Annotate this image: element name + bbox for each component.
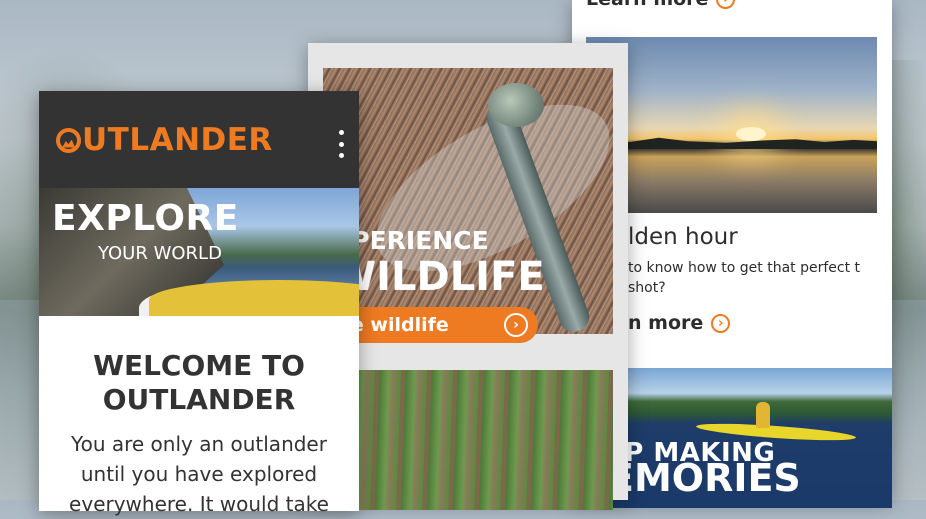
kebab-menu-icon[interactable] [332,128,350,160]
chevron-right-circle-icon: › [711,313,731,333]
intro-paragraph: You are only an outlander until you have… [69,432,329,516]
hero-title: EXPLORE [52,198,239,239]
logo-text: UTLANDER [82,122,273,158]
learn-more-label: n more [628,312,704,334]
forest-image[interactable] [323,370,613,510]
app-header: UTLANDER [39,91,359,188]
sunset-lake-image [586,37,877,213]
article-title: lden hour [628,224,738,250]
welcome-heading-line1: WELCOME TO [93,349,305,382]
hero-banner: EXPLORE YOUR WORLD [39,188,359,316]
treeline-silhouette [586,137,877,149]
chevron-right-circle-icon: › [504,313,528,337]
dragonfly-head [488,83,544,127]
learn-more-link[interactable]: n more › [628,312,731,334]
article-description: to know how to get that perfect t shot? [628,260,861,296]
memories-banner[interactable]: EP MAKING EMORIES [586,368,892,508]
learn-more-label: Learn more [586,0,708,10]
learn-more-link-top[interactable]: Learn more › [586,0,736,10]
hero-subtitle: YOUR WORLD [98,243,222,264]
chevron-right-circle-icon: › [716,0,736,9]
banner-title-line2: EMORIES [608,456,801,500]
sun-glow [736,127,766,141]
outlander-logo[interactable]: UTLANDER [56,122,273,158]
home-card: UTLANDER EXPLORE YOUR WORLD WELCOME TO O… [39,91,359,516]
wildlife-title-line2: WILDLIFE [332,254,545,300]
welcome-heading-line2: OUTLANDER [102,383,296,416]
mountain-o-logo-icon [56,127,81,153]
paddler-shape [756,402,770,428]
